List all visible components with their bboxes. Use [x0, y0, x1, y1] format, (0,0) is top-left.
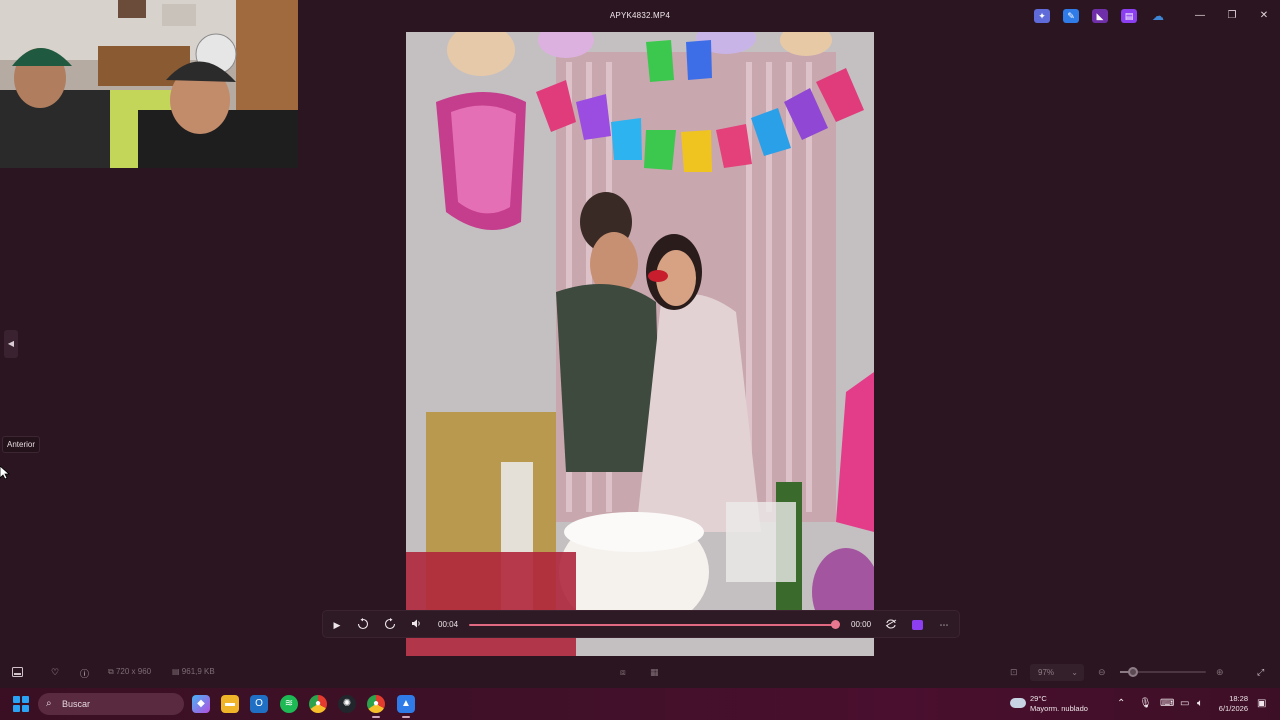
image-dimensions: ⧉ 720 x 960 [108, 667, 151, 677]
weather-description: Mayorm. nublado [1030, 704, 1088, 713]
rewind-icon [357, 618, 369, 630]
heart-icon: ♡ [51, 667, 60, 677]
search-placeholder: Buscar [62, 699, 91, 709]
favorite-button[interactable]: ♡ [51, 667, 59, 678]
zoom-dropdown[interactable]: 97% ⌄ [1030, 664, 1084, 681]
crop-icon: ⧈ [620, 667, 626, 677]
minimize-button[interactable]: — [1184, 6, 1216, 26]
mouse-cursor-icon [0, 465, 11, 485]
fit-screen-button[interactable]: ⊡ [1010, 667, 1018, 678]
system-clock[interactable]: 18:28 6/1/2026 [1202, 694, 1248, 714]
file-size: ▤ 961,9 KB [172, 667, 215, 676]
previous-tooltip: Anterior [2, 436, 41, 453]
volume-button[interactable] [409, 618, 423, 632]
onedrive-icon[interactable]: ☁ [1150, 9, 1166, 23]
video-player-controls: ▶ 00:04 00:00 ⋯ [322, 610, 960, 638]
end-time: 00:00 [851, 620, 872, 629]
image-editor-icon[interactable]: ✎ [1063, 9, 1079, 23]
cloud-icon [1010, 698, 1026, 708]
copilot-taskbar-icon[interactable]: ◆ [192, 695, 210, 713]
zoom-in-icon: ⊕ [1216, 667, 1224, 677]
progress-track[interactable] [469, 624, 835, 626]
outlook-icon[interactable]: O [250, 695, 268, 713]
crop-button[interactable]: ⧈ [620, 667, 626, 678]
start-button[interactable] [13, 696, 29, 712]
zoom-out-icon: ⊖ [1098, 667, 1106, 677]
windows-logo-icon [13, 696, 20, 703]
storage-icon: ▤ [172, 667, 180, 676]
zoom-slider[interactable] [1120, 667, 1206, 677]
chatgpt-icon[interactable]: ✺ [338, 695, 356, 713]
current-time: 00:04 [438, 620, 459, 629]
file-info-button[interactable]: ⓘ [80, 667, 89, 680]
chevron-down-icon: ⌄ [1071, 668, 1078, 677]
zoom-out-button[interactable]: ⊖ [1098, 667, 1106, 678]
edit-icon: ▦ [650, 667, 659, 677]
search-icon: ⌕ [46, 698, 52, 709]
zoom-value: 97% [1038, 668, 1055, 677]
webcam-overlay [0, 0, 298, 168]
clock-time: 18:28 [1229, 694, 1248, 703]
keyboard-icon[interactable]: ⌨ [1160, 698, 1174, 709]
rewind-button[interactable] [356, 618, 370, 632]
notification-icon[interactable]: ▣ [1257, 698, 1266, 709]
weather-temp: 29°C [1030, 694, 1047, 703]
chrome-icon[interactable]: ● [309, 695, 327, 713]
title-bar-apps: ✦ ✎ ◣ ▤ ☁ [1034, 9, 1166, 23]
fit-screen-icon: ⊡ [1010, 667, 1018, 677]
weather-widget[interactable]: 29°C Mayorm. nublado [1030, 694, 1088, 714]
restore-button[interactable]: ❐ [1216, 6, 1248, 26]
clock-date: 6/1/2026 [1218, 704, 1248, 713]
loop-button[interactable] [884, 618, 898, 632]
window-controls: — ❐ ✕ [1184, 6, 1280, 26]
photos-app-icon[interactable]: ▲ [397, 695, 415, 718]
network-icon[interactable]: ▭ [1180, 698, 1189, 709]
expand-icon: ⤢ [1257, 667, 1265, 677]
volume-icon [411, 619, 420, 628]
microphone-icon[interactable]: 🎙︎ [1139, 698, 1152, 709]
filmstrip-icon [12, 667, 23, 677]
file-size-value: 961,9 KB [181, 667, 215, 676]
progress-thumb[interactable] [831, 620, 840, 629]
close-button[interactable]: ✕ [1248, 6, 1280, 26]
clipchamp-button[interactable] [910, 618, 924, 632]
taskbar: ⌕ Buscar ◆ ▬ O ≋ ● ✺ ● ▲ 29°C Mayorm. nu… [0, 688, 1280, 720]
media-preview-image [406, 32, 874, 656]
filmstrip-button[interactable] [12, 667, 23, 679]
fullscreen-button[interactable]: ⤢ [1257, 667, 1264, 678]
loop-icon [885, 619, 897, 629]
video-editor-icon[interactable]: ▤ [1121, 9, 1137, 23]
dimensions-value: 720 x 960 [115, 667, 152, 676]
zoom-in-button[interactable]: ⊕ [1216, 667, 1224, 678]
previous-button[interactable]: ◀ [4, 330, 18, 358]
copilot-icon[interactable]: ✦ [1034, 9, 1050, 23]
dimensions-icon: ⧉ [108, 667, 114, 676]
file-explorer-icon[interactable]: ▬ [221, 695, 239, 713]
taskbar-search[interactable]: ⌕ Buscar [38, 693, 184, 715]
clipchamp-icon[interactable]: ◣ [1092, 9, 1108, 23]
play-button[interactable]: ▶ [330, 618, 344, 632]
chevron-up-icon[interactable]: ⌃ [1117, 698, 1125, 709]
bottom-toolbar: ♡ ⓘ ⧉ 720 x 960 ▤ 961,9 KB ⧈ ▦ ⊡ 97% ⌄ ⊖… [0, 658, 1280, 686]
edit-button[interactable]: ▦ [650, 667, 659, 678]
forward-icon [384, 618, 396, 630]
chrome-profile-icon[interactable]: ● [367, 695, 385, 718]
forward-button[interactable] [383, 618, 397, 632]
zoom-slider-thumb[interactable] [1127, 667, 1138, 677]
info-icon: ⓘ [80, 669, 90, 679]
more-options-button[interactable]: ⋯ [937, 618, 951, 632]
spotify-icon[interactable]: ≋ [280, 695, 298, 713]
